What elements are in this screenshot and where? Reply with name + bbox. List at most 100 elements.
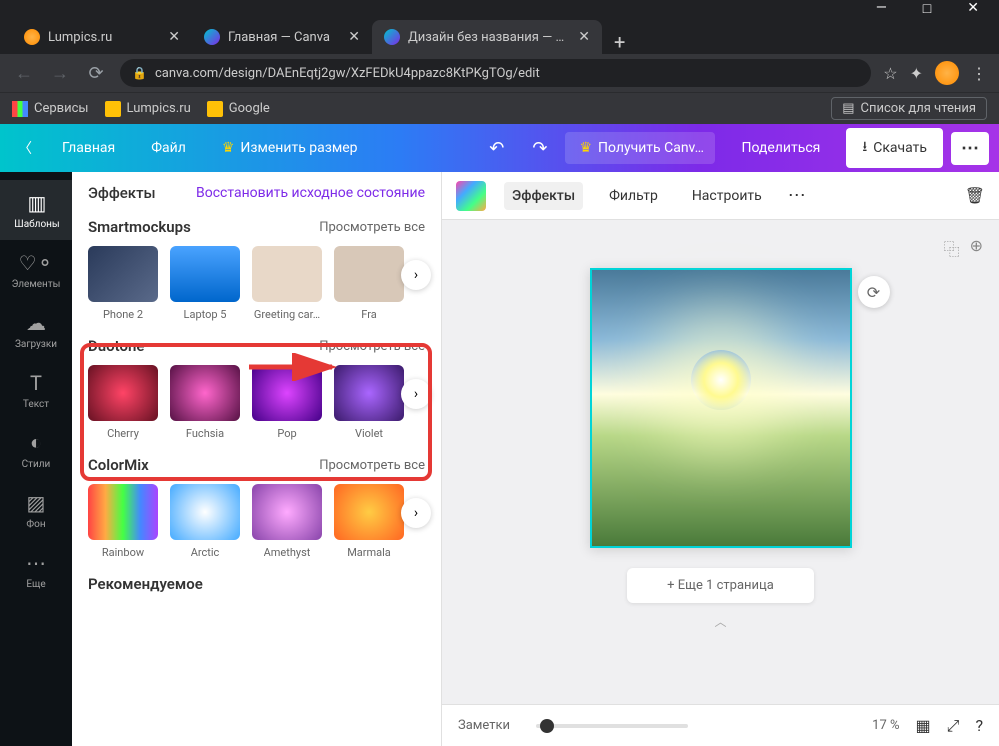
download-button[interactable]: ⭳Скачать <box>846 128 943 168</box>
effect-thumb[interactable]: Greeting car… <box>252 246 322 321</box>
browser-tab[interactable]: Lumpics.ru ✕ <box>12 20 192 54</box>
rail-background[interactable]: ▨Фон <box>0 480 72 540</box>
rotate-handle[interactable]: ⟳ <box>858 276 890 308</box>
zoom-value[interactable]: 17 % <box>872 718 899 733</box>
back-to-home-button[interactable]: 〈 <box>10 130 40 166</box>
filter-button[interactable]: Фильтр <box>601 182 666 210</box>
bookmark-label: Lumpics.ru <box>127 101 191 116</box>
adjust-button[interactable]: Настроить <box>684 182 770 210</box>
close-window-button[interactable]: ✕ <box>967 0 979 16</box>
close-tab-icon[interactable]: ✕ <box>348 29 360 45</box>
effects-button[interactable]: Эффекты <box>504 182 583 210</box>
notes-button[interactable]: Заметки <box>458 718 510 733</box>
file-menu[interactable]: Файл <box>137 132 200 164</box>
rail-text[interactable]: TТекст <box>0 360 72 420</box>
canvas-area: Эффекты Фильтр Настроить ⋯ 🗑 ⿻ ⊕ ⟳ + Еще… <box>442 172 999 746</box>
rail-elements[interactable]: ♡⚬Элементы <box>0 240 72 300</box>
thumb-image <box>170 246 240 302</box>
section-smartmockups: Smartmockups Просмотреть все Phone 2 Lap… <box>88 218 425 321</box>
bookmark-google[interactable]: Google <box>207 101 270 117</box>
effect-thumb[interactable]: Fra <box>334 246 404 321</box>
effect-thumb[interactable]: Marmala <box>334 484 404 559</box>
redo-button[interactable]: ↷ <box>522 138 557 159</box>
bookmarks-bar: Сервисы Lumpics.ru Google ▤ Список для ч… <box>0 92 999 124</box>
effect-thumb[interactable]: Amethyst <box>252 484 322 559</box>
browser-tab[interactable]: Главная — Canva ✕ <box>192 20 372 54</box>
section-colormix: ColorMix Просмотреть все Rainbow Arctic … <box>88 456 425 559</box>
duplicate-page-icon[interactable]: ⿻ <box>944 236 960 260</box>
more-menu-button[interactable]: ⋯ <box>951 132 989 165</box>
share-button[interactable]: Поделиться <box>723 132 838 164</box>
restore-link[interactable]: Восстановить исходное состояние <box>196 185 425 201</box>
bookmark-lumpics[interactable]: Lumpics.ru <box>105 101 191 117</box>
delete-button[interactable]: 🗑 <box>965 186 985 205</box>
get-pro-button[interactable]: ♛Получить Canv… <box>565 132 715 164</box>
profile-avatar[interactable] <box>935 61 959 85</box>
star-icon[interactable]: ☆ <box>883 64 897 83</box>
help-icon[interactable]: ? <box>975 716 983 735</box>
maximize-button[interactable]: □ <box>923 0 931 17</box>
rail-styles[interactable]: ◐Стили <box>0 420 72 480</box>
menu-icon[interactable]: ⋮ <box>971 64 987 83</box>
thumb-image <box>252 246 322 302</box>
rail-more[interactable]: ⋯Еще <box>0 540 72 600</box>
scroll-next-button[interactable]: › <box>401 379 431 409</box>
close-tab-icon[interactable]: ✕ <box>578 29 590 45</box>
home-button[interactable]: Главная <box>48 132 129 164</box>
lock-icon: 🔒 <box>132 66 147 80</box>
section-recommended: Рекомендуемое <box>88 575 425 593</box>
slider-thumb[interactable] <box>540 719 554 733</box>
toolbar-more-button[interactable]: ⋯ <box>788 185 806 206</box>
tab-title: Lumpics.ru <box>48 30 160 45</box>
side-rail: ▥Шаблоны ♡⚬Элементы ☁Загрузки TТекст ◐Ст… <box>0 172 72 746</box>
effect-thumb[interactable]: Pop <box>252 365 322 440</box>
more-icon: ⋯ <box>26 551 46 575</box>
reload-button[interactable]: ⟳ <box>84 63 108 84</box>
browser-tab-bar: Lumpics.ru ✕ Главная — Canva ✕ Дизайн бе… <box>0 16 999 54</box>
view-all-link[interactable]: Просмотреть все <box>319 458 425 473</box>
design-page[interactable]: ⟳ <box>590 268 852 548</box>
add-page-icon[interactable]: ⊕ <box>970 236 983 260</box>
bookmark-services[interactable]: Сервисы <box>12 101 89 117</box>
effect-thumb[interactable]: Phone 2 <box>88 246 158 321</box>
add-page-button[interactable]: + Еще 1 страница <box>627 568 814 603</box>
effect-thumb[interactable]: Cherry <box>88 365 158 440</box>
extensions-icon[interactable]: ✦ <box>910 64 923 83</box>
effect-thumb[interactable]: Violet <box>334 365 404 440</box>
effect-thumb[interactable]: Laptop 5 <box>170 246 240 321</box>
view-all-link[interactable]: Просмотреть все <box>319 220 425 235</box>
favicon-icon <box>384 29 400 45</box>
canvas-viewport[interactable]: ⿻ ⊕ ⟳ + Еще 1 страница ︿ <box>442 220 999 704</box>
scroll-next-button[interactable]: › <box>401 498 431 528</box>
canvas-footer: Заметки 17 % ▦ ⤢ ? <box>442 704 999 746</box>
new-tab-button[interactable]: + <box>602 30 637 54</box>
color-picker[interactable] <box>456 181 486 211</box>
url-input[interactable]: 🔒 canva.com/design/DAEnEqtj2gw/XzFEDkU4p… <box>120 59 871 87</box>
collapse-handle[interactable]: ︿ <box>714 613 726 630</box>
back-button[interactable]: ← <box>12 63 36 84</box>
selected-image[interactable] <box>590 268 852 548</box>
thumb-image <box>170 484 240 540</box>
effect-thumb[interactable]: Arctic <box>170 484 240 559</box>
resize-button[interactable]: ♛Изменить размер <box>208 132 372 164</box>
view-all-link[interactable]: Просмотреть все <box>319 339 425 354</box>
section-duotone: Duotone Просмотреть все Cherry Fuchsia P… <box>88 337 425 440</box>
minimize-button[interactable]: — <box>876 0 887 16</box>
rail-templates[interactable]: ▥Шаблоны <box>0 180 72 240</box>
fullscreen-icon[interactable]: ⤢ <box>947 716 960 736</box>
canva-header: 〈 Главная Файл ♛Изменить размер ↶ ↷ ♛Пол… <box>0 124 999 172</box>
effect-thumb[interactable]: Rainbow <box>88 484 158 559</box>
url-text: canva.com/design/DAEnEqtj2gw/XzFEDkU4ppa… <box>155 66 540 81</box>
effect-thumb[interactable]: Fuchsia <box>170 365 240 440</box>
scroll-next-button[interactable]: › <box>401 260 431 290</box>
grid-view-icon[interactable]: ▦ <box>916 716 931 735</box>
browser-tab-active[interactable]: Дизайн без названия — 1481 ✕ <box>372 20 602 54</box>
undo-button[interactable]: ↶ <box>479 138 514 159</box>
forward-button[interactable]: → <box>48 63 72 84</box>
reading-list-button[interactable]: ▤ Список для чтения <box>831 97 987 120</box>
thumb-image <box>170 365 240 421</box>
section-title: ColorMix <box>88 456 149 474</box>
close-tab-icon[interactable]: ✕ <box>168 29 180 45</box>
zoom-slider[interactable] <box>536 724 688 728</box>
rail-uploads[interactable]: ☁Загрузки <box>0 300 72 360</box>
